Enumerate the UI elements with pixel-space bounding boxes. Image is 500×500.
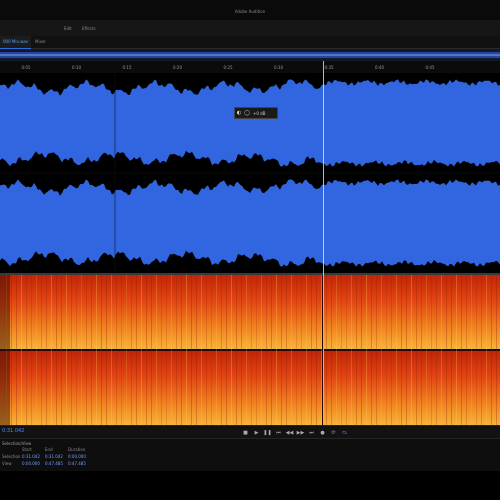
ruler-tick-label: 0:30 xyxy=(274,65,283,70)
spectral-canvas xyxy=(0,275,500,425)
selection-duration[interactable]: 0:00.000 xyxy=(68,454,86,459)
play-icon[interactable]: ▶ xyxy=(252,428,261,437)
spectral-channel-left xyxy=(0,275,500,349)
view-end[interactable]: 0:47.485 xyxy=(45,461,63,466)
transport-bar: ■ ▶ ❚❚ ⏮ ◀◀ ▶▶ ⏭ ● ⟳ ⤼ xyxy=(0,425,500,439)
rewind-start-icon[interactable]: ⏮ xyxy=(274,428,283,437)
hud-volume-control[interactable]: ◐ ◯ +0 dB xyxy=(234,107,278,119)
header-duration: Duration xyxy=(68,447,86,452)
selection-start[interactable]: 0:31.042 xyxy=(22,454,40,459)
record-icon[interactable]: ● xyxy=(318,428,327,437)
knob-icon[interactable]: ◯ xyxy=(243,109,251,117)
ruler-tick-label: 0:15 xyxy=(122,65,132,70)
pause-icon[interactable]: ❚❚ xyxy=(263,428,272,437)
playhead[interactable] xyxy=(323,61,324,425)
app-title: Adobe Audition xyxy=(234,9,266,14)
tab-file[interactable]: 000 Mix.wav xyxy=(0,36,32,49)
loop-icon[interactable]: ⟳ xyxy=(329,428,338,437)
waveform-display[interactable] xyxy=(0,73,500,273)
waveform-canvas xyxy=(0,73,500,273)
stop-icon[interactable]: ■ xyxy=(241,428,250,437)
volume-icon: ◐ xyxy=(236,110,242,116)
ruler-tick-label: 0:05 xyxy=(21,65,31,70)
selection-panel-title: Selection/View xyxy=(2,441,32,446)
forward-end-icon[interactable]: ⏭ xyxy=(307,428,316,437)
time-ruler[interactable]: 0:05 0:10 0:15 0:20 0:25 0:30 0:35 0:40 0:45 xyxy=(0,61,500,73)
overview-waveform xyxy=(0,49,500,61)
view-start[interactable]: 0:00.000 xyxy=(22,461,40,466)
menu-bar: Edit Effects xyxy=(0,20,500,37)
skip-icon[interactable]: ⤼ xyxy=(340,428,349,437)
tab-mixer[interactable]: Mixer xyxy=(32,36,49,48)
timecode-display: 0:31.042 xyxy=(2,428,25,434)
ruler-tick-label: 0:35 xyxy=(324,65,334,70)
row-label-selection: Selection xyxy=(2,454,21,459)
overview-navigator[interactable] xyxy=(0,49,500,61)
rewind-icon[interactable]: ◀◀ xyxy=(285,428,294,437)
view-duration[interactable]: 0:47.485 xyxy=(68,461,86,466)
ruler-tick-label: 0:45 xyxy=(425,65,435,70)
fast-forward-icon[interactable]: ▶▶ xyxy=(296,428,305,437)
ruler-tick-label: 0:40 xyxy=(375,65,384,70)
menu-effects[interactable]: Effects xyxy=(82,26,96,31)
ruler-tick-label: 0:25 xyxy=(223,65,233,70)
ruler-tick-label: 0:20 xyxy=(173,65,182,70)
selection-end[interactable]: 0:31.042 xyxy=(45,454,63,459)
spectral-display[interactable] xyxy=(0,275,500,425)
menu-edit[interactable]: Edit xyxy=(64,26,72,31)
editor-tab-bar: 000 Mix.wav Mixer xyxy=(0,36,500,49)
header-end: End xyxy=(45,447,53,452)
ruler-tick-label: 0:10 xyxy=(72,65,81,70)
header-start: Start xyxy=(22,447,32,452)
row-label-view: View xyxy=(2,461,12,466)
hud-volume-value: +0 dB xyxy=(253,110,266,116)
spectral-channel-right xyxy=(0,351,500,425)
